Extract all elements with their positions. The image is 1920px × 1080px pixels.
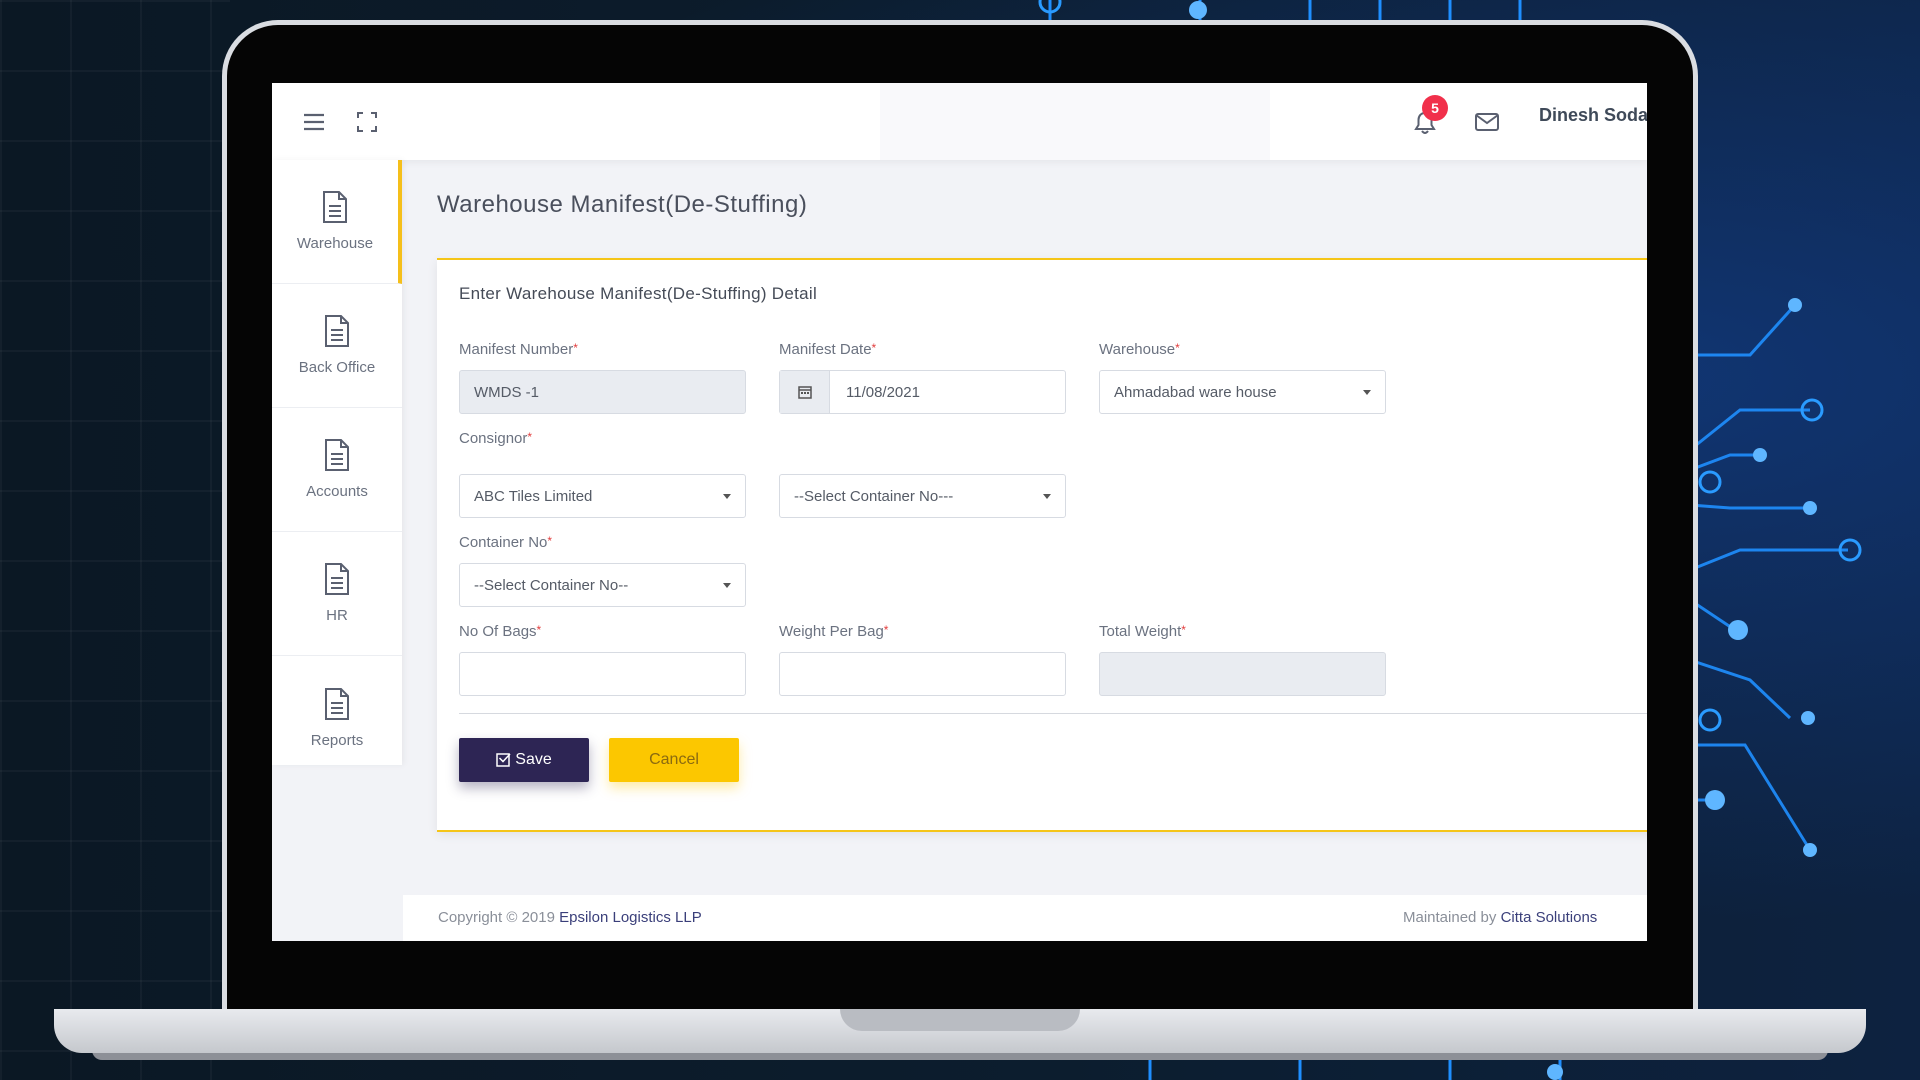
- no-of-bags-input[interactable]: [459, 652, 746, 696]
- top-bar-center-area: [880, 83, 1270, 160]
- manifest-date-label: Manifest Date*: [779, 341, 877, 358]
- cancel-button[interactable]: Cancel: [609, 738, 739, 782]
- maintainer-link[interactable]: Citta Solutions: [1501, 909, 1598, 926]
- weight-per-bag-label: Weight Per Bag*: [779, 623, 889, 640]
- warehouse-select[interactable]: Ahmadabad ware house: [1099, 370, 1386, 414]
- user-name[interactable]: Dinesh Sodar: [1539, 105, 1647, 126]
- document-icon: [325, 687, 349, 720]
- manifest-date-field[interactable]: 11/08/2021: [779, 370, 1066, 414]
- manifest-form-card: Enter Warehouse Manifest(De-Stuffing) De…: [437, 258, 1647, 832]
- circuit-decoration: [1690, 298, 1862, 857]
- container-no-select[interactable]: --Select Container No--: [459, 563, 746, 607]
- sidebar-item-hr[interactable]: HR: [272, 532, 402, 656]
- container-select-secondary[interactable]: --Select Container No---: [779, 474, 1066, 518]
- hamburger-menu-icon[interactable]: [302, 111, 326, 133]
- calendar-icon[interactable]: [780, 371, 830, 413]
- background-grid: [0, 0, 230, 1080]
- save-button[interactable]: Save: [459, 738, 589, 782]
- total-weight-field: [1099, 652, 1386, 696]
- sidebar: Warehouse Back Office Accounts HR Report…: [272, 160, 402, 765]
- notification-badge: 5: [1422, 95, 1448, 121]
- footer: Copyright © 2019 Epsilon Logistics LLP M…: [403, 895, 1647, 941]
- weight-per-bag-input[interactable]: [779, 652, 1066, 696]
- sidebar-item-label: Warehouse: [296, 235, 374, 252]
- laptop-notch: [840, 1009, 1080, 1031]
- footer-copyright: Copyright © 2019 Epsilon Logistics LLP: [438, 909, 702, 926]
- manifest-number-label: Manifest Number*: [459, 341, 578, 358]
- sidebar-item-label: HR: [326, 607, 348, 624]
- sidebar-item-label: Reports: [310, 731, 364, 749]
- sidebar-item-label: Accounts: [306, 483, 368, 500]
- checkbox-icon: [496, 753, 511, 767]
- sidebar-item-warehouse[interactable]: Warehouse: [272, 160, 402, 284]
- top-bar: 5 Dinesh Sodar: [272, 83, 1647, 160]
- manifest-number-field[interactable]: WMDS -1: [459, 370, 746, 414]
- no-of-bags-label: No Of Bags*: [459, 623, 542, 640]
- sidebar-item-accounts[interactable]: Accounts: [272, 408, 402, 532]
- sidebar-item-reports[interactable]: Reports: [272, 656, 402, 780]
- sidebar-item-back-office[interactable]: Back Office: [272, 284, 402, 408]
- page-title: Warehouse Manifest(De-Stuffing): [437, 191, 808, 218]
- mail-icon[interactable]: [1474, 111, 1500, 133]
- consignor-select[interactable]: ABC Tiles Limited: [459, 474, 746, 518]
- document-icon: [325, 315, 349, 347]
- app-screen: 5 Dinesh Sodar Warehouse Back Office Acc…: [272, 83, 1647, 941]
- sidebar-item-label: Back Office: [298, 359, 376, 376]
- document-icon: [325, 439, 349, 471]
- document-icon: [325, 563, 349, 595]
- total-weight-label: Total Weight*: [1099, 623, 1186, 640]
- fullscreen-icon[interactable]: [356, 111, 378, 133]
- consignor-label: Consignor*: [459, 430, 533, 447]
- container-no-label: Container No*: [459, 534, 553, 551]
- warehouse-label: Warehouse*: [1099, 341, 1180, 358]
- document-icon: [323, 191, 347, 223]
- footer-maintained: Maintained by Citta Solutions: [1403, 909, 1598, 926]
- company-link[interactable]: Epsilon Logistics LLP: [559, 909, 702, 926]
- card-title: Enter Warehouse Manifest(De-Stuffing) De…: [459, 284, 818, 303]
- form-divider: [459, 713, 1647, 714]
